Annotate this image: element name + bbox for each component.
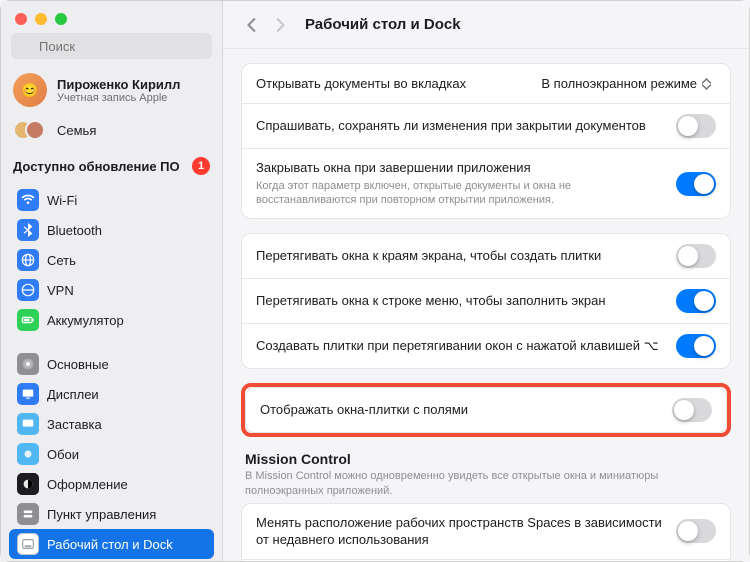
battery-icon: [17, 309, 39, 331]
nav-group-system: Основные Дисплеи Заставка Обои Оформлени…: [1, 345, 222, 561]
popup-value: В полноэкранном режиме: [541, 76, 697, 91]
sidebar-item-screensaver[interactable]: Заставка: [9, 409, 214, 439]
row-drag-edge: Перетягивать окна к краям экрана, чтобы …: [242, 234, 730, 279]
sidebar-item-bluetooth[interactable]: Bluetooth: [9, 215, 214, 245]
row-label: Менять расположение рабочих пространств …: [256, 514, 664, 549]
family-icon: [13, 119, 47, 141]
forward-button[interactable]: [269, 14, 291, 36]
row-reorder-spaces: Менять расположение рабочих пространств …: [242, 504, 730, 560]
sidebar-item-control-center[interactable]: Пункт управления: [9, 499, 214, 529]
avatar: 😊: [13, 73, 47, 107]
sidebar-item-label: VPN: [47, 283, 74, 298]
sidebar-item-vpn[interactable]: VPN: [9, 275, 214, 305]
group-mission-control: Менять расположение рабочих пространств …: [241, 503, 731, 561]
wifi-icon: [17, 189, 39, 211]
group-tiling: Перетягивать окна к краям экрана, чтобы …: [241, 233, 731, 369]
highlight-annotation: Отображать окна-плитки с полями: [241, 383, 731, 437]
row-label: Создавать плитки при перетягивании окон …: [256, 337, 664, 355]
section-title: Mission Control: [245, 451, 727, 467]
toggle-tiled-margins[interactable]: [672, 398, 712, 422]
toggle-close-windows[interactable]: [676, 172, 716, 196]
row-hold-key: Создавать плитки при перетягивании окон …: [242, 324, 730, 368]
toggle-hold-key[interactable]: [676, 334, 716, 358]
row-sublabel: Когда этот параметр включен, открытые до…: [256, 179, 664, 209]
vpn-icon: [17, 279, 39, 301]
appearance-icon: [17, 473, 39, 495]
main: Рабочий стол и Dock Открывать документы …: [223, 1, 749, 561]
family-row[interactable]: Семья: [1, 113, 222, 151]
mission-control-heading: Mission Control В Mission Control можно …: [241, 451, 731, 503]
row-tiled-margins: Отображать окна-плитки с полями: [246, 388, 726, 432]
row-label: Перетягивать окна к краям экрана, чтобы …: [256, 247, 664, 265]
account-row[interactable]: 😊 Пироженко Кирилл Учетная запись Apple: [1, 67, 222, 113]
content-scroll[interactable]: Открывать документы во вкладках В полноэ…: [223, 49, 749, 561]
dock-icon: [17, 533, 39, 555]
minimize-window-icon[interactable]: [35, 13, 47, 25]
nav-group-network: Wi-Fi Bluetooth Сеть VPN Аккумулятор: [1, 181, 222, 339]
sidebar-item-wallpaper[interactable]: Обои: [9, 439, 214, 469]
sidebar-item-label: Основные: [47, 357, 109, 372]
sidebar-item-battery[interactable]: Аккумулятор: [9, 305, 214, 335]
row-label: Закрывать окна при завершении приложения: [256, 159, 664, 177]
chevron-updown-icon: [701, 77, 712, 91]
sidebar-item-label: Оформление: [47, 477, 128, 492]
display-icon: [17, 383, 39, 405]
sidebar-item-label: Дисплеи: [47, 387, 99, 402]
globe-icon: [17, 249, 39, 271]
row-drag-menubar: Перетягивать окна к строке меню, чтобы з…: [242, 279, 730, 324]
sidebar-item-wifi[interactable]: Wi-Fi: [9, 185, 214, 215]
group-documents: Открывать документы во вкладках В полноэ…: [241, 63, 731, 219]
back-button[interactable]: [241, 14, 263, 36]
row-label: Отображать окна-плитки с полями: [260, 401, 660, 419]
sidebar-item-displays[interactable]: Дисплеи: [9, 379, 214, 409]
close-window-icon[interactable]: [15, 13, 27, 25]
sidebar-item-appearance[interactable]: Оформление: [9, 469, 214, 499]
page-title: Рабочий стол и Dock: [305, 16, 461, 33]
row-label: Спрашивать, сохранять ли изменения при з…: [256, 117, 664, 135]
section-desc: В Mission Control можно одновременно уви…: [245, 469, 727, 499]
update-badge: 1: [192, 157, 210, 175]
row-label: Открывать документы во вкладках: [256, 75, 525, 93]
search-input[interactable]: [11, 33, 212, 59]
sidebar: 😊 Пироженко Кирилл Учетная запись Apple …: [1, 1, 223, 561]
bluetooth-icon: [17, 219, 39, 241]
account-sub: Учетная запись Apple: [57, 92, 180, 104]
row-switch-to-space: При переключении на программу переключат…: [242, 560, 730, 561]
sidebar-item-label: Wi-Fi: [47, 193, 77, 208]
screensaver-icon: [17, 413, 39, 435]
sidebar-item-label: Заставка: [47, 417, 102, 432]
row-close-windows: Закрывать окна при завершении приложения…: [242, 149, 730, 218]
sidebar-item-general[interactable]: Основные: [9, 349, 214, 379]
sidebar-item-label: Пункт управления: [47, 507, 156, 522]
gear-icon: [17, 353, 39, 375]
sidebar-item-accessibility[interactable]: Универсальный доступ: [9, 559, 214, 561]
wallpaper-icon: [17, 443, 39, 465]
control-center-icon: [17, 503, 39, 525]
row-ask-save: Спрашивать, сохранять ли изменения при з…: [242, 104, 730, 149]
main-header: Рабочий стол и Dock: [223, 1, 749, 49]
toggle-drag-edge[interactable]: [676, 244, 716, 268]
zoom-window-icon[interactable]: [55, 13, 67, 25]
software-update-row[interactable]: Доступно обновление ПО 1: [1, 151, 222, 181]
sidebar-item-label: Рабочий стол и Dock: [47, 537, 173, 552]
row-label: Перетягивать окна к строке меню, чтобы з…: [256, 292, 664, 310]
family-label: Семья: [57, 123, 96, 138]
traffic-lights: [1, 1, 222, 33]
sidebar-item-label: Аккумулятор: [47, 313, 124, 328]
row-open-in-tabs: Открывать документы во вкладках В полноэ…: [242, 64, 730, 104]
sidebar-item-label: Bluetooth: [47, 223, 102, 238]
sidebar-item-desktop-dock[interactable]: Рабочий стол и Dock: [9, 529, 214, 559]
tabs-popup[interactable]: В полноэкранном режиме: [537, 74, 716, 93]
toggle-ask-save[interactable]: [676, 114, 716, 138]
sidebar-item-network[interactable]: Сеть: [9, 245, 214, 275]
group-margins: Отображать окна-плитки с полями: [245, 387, 727, 433]
account-name: Пироженко Кирилл: [57, 77, 180, 92]
toggle-drag-menubar[interactable]: [676, 289, 716, 313]
sidebar-item-label: Обои: [47, 447, 79, 462]
sidebar-item-label: Сеть: [47, 253, 76, 268]
software-update-label: Доступно обновление ПО: [13, 159, 180, 174]
toggle-reorder-spaces[interactable]: [676, 519, 716, 543]
